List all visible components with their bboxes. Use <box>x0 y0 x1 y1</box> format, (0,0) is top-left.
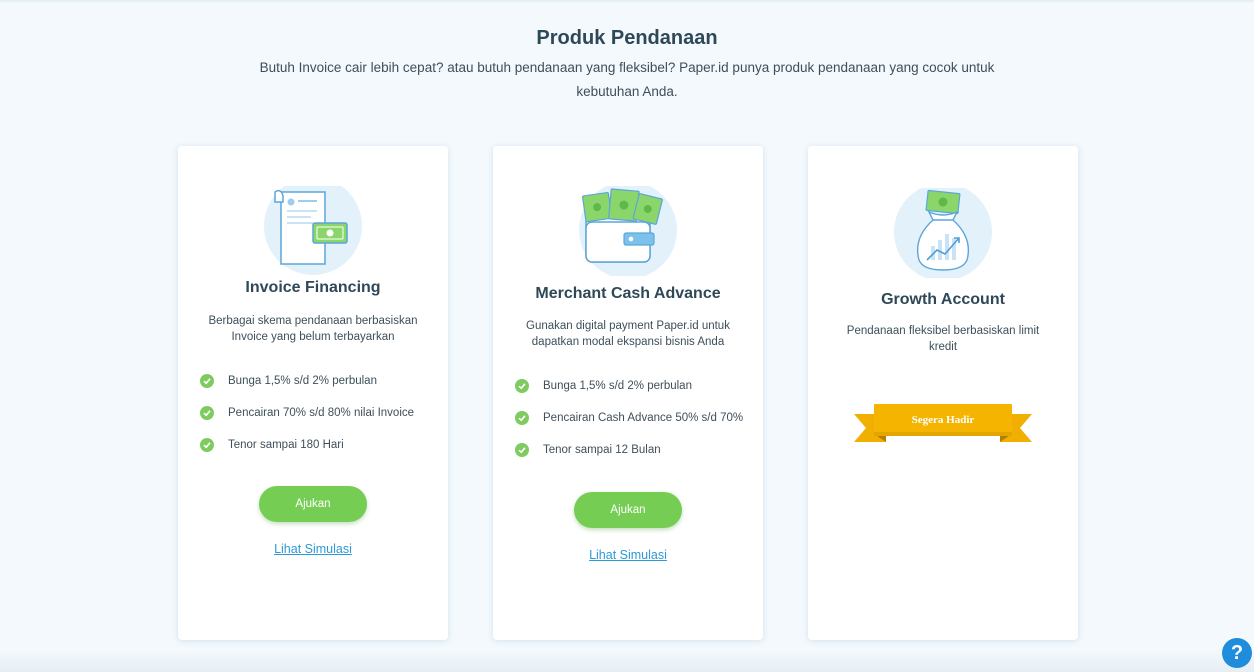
feature-text: Bunga 1,5% s/d 2% perbulan <box>228 375 377 387</box>
card-title: Invoice Financing <box>245 279 381 296</box>
feature-text: Tenor sampai 12 Bulan <box>543 444 661 456</box>
badge-label: Segera Hadir <box>911 414 975 426</box>
check-icon <box>200 406 214 420</box>
feature-text: Bunga 1,5% s/d 2% perbulan <box>543 380 692 392</box>
check-icon <box>200 438 214 452</box>
card-growth-account: Growth Account Pendanaan fleksibel berba… <box>808 146 1078 640</box>
wallet-cash-icon <box>578 181 678 279</box>
money-bag-growth-icon <box>893 183 993 281</box>
check-icon <box>515 443 529 457</box>
feature-list: Bunga 1,5% s/d 2% perbulan Pencairan Cas… <box>515 370 743 466</box>
bottom-fade <box>0 650 1254 672</box>
card-description: Berbagai skema pendanaan berbasiskan Inv… <box>208 315 418 343</box>
check-icon <box>515 411 529 425</box>
top-shadow <box>0 0 1254 3</box>
feature-text: Pencairan Cash Advance 50% s/d 70% <box>543 412 744 424</box>
page-title: Produk Pendanaan <box>536 27 718 49</box>
page-subtitle: Butuh Invoice cair lebih cepat? atau but… <box>259 60 995 99</box>
lihat-simulasi-link[interactable]: Lihat Simulasi <box>178 542 448 556</box>
ajukan-button[interactable]: Ajukan <box>574 492 682 528</box>
check-icon <box>200 374 214 388</box>
check-icon <box>515 379 529 393</box>
lihat-simulasi-link[interactable]: Lihat Simulasi <box>493 548 763 562</box>
card-invoice-financing: Invoice Financing Berbagai skema pendana… <box>178 146 448 640</box>
feature-item: Pencairan 70% s/d 80% nilai Invoice <box>200 397 414 429</box>
card-merchant-cash-advance: Merchant Cash Advance Gunakan digital pa… <box>493 146 763 640</box>
feature-item: Tenor sampai 180 Hari <box>200 429 414 461</box>
feature-item: Tenor sampai 12 Bulan <box>515 434 743 466</box>
card-title: Growth Account <box>881 291 1005 308</box>
card-description: Gunakan digital payment Paper.id untuk d… <box>526 320 730 348</box>
card-description: Pendanaan fleksibel berbasiskan limit kr… <box>846 325 1040 353</box>
page-header: Produk Pendanaan Butuh Invoice cair lebi… <box>0 24 1254 104</box>
segera-hadir-badge: Segera Hadir <box>854 404 1032 442</box>
feature-text: Tenor sampai 180 Hari <box>228 439 344 451</box>
invoice-document-icon <box>263 177 363 276</box>
feature-item: Bunga 1,5% s/d 2% perbulan <box>515 370 743 402</box>
help-button[interactable]: ? <box>1222 638 1252 668</box>
feature-text: Pencairan 70% s/d 80% nilai Invoice <box>228 407 415 419</box>
ajukan-button[interactable]: Ajukan <box>259 486 367 522</box>
feature-item: Pencairan Cash Advance 50% s/d 70% <box>515 402 743 434</box>
feature-item: Bunga 1,5% s/d 2% perbulan <box>200 365 414 397</box>
card-title: Merchant Cash Advance <box>535 285 721 302</box>
feature-list: Bunga 1,5% s/d 2% perbulan Pencairan 70%… <box>200 365 414 461</box>
